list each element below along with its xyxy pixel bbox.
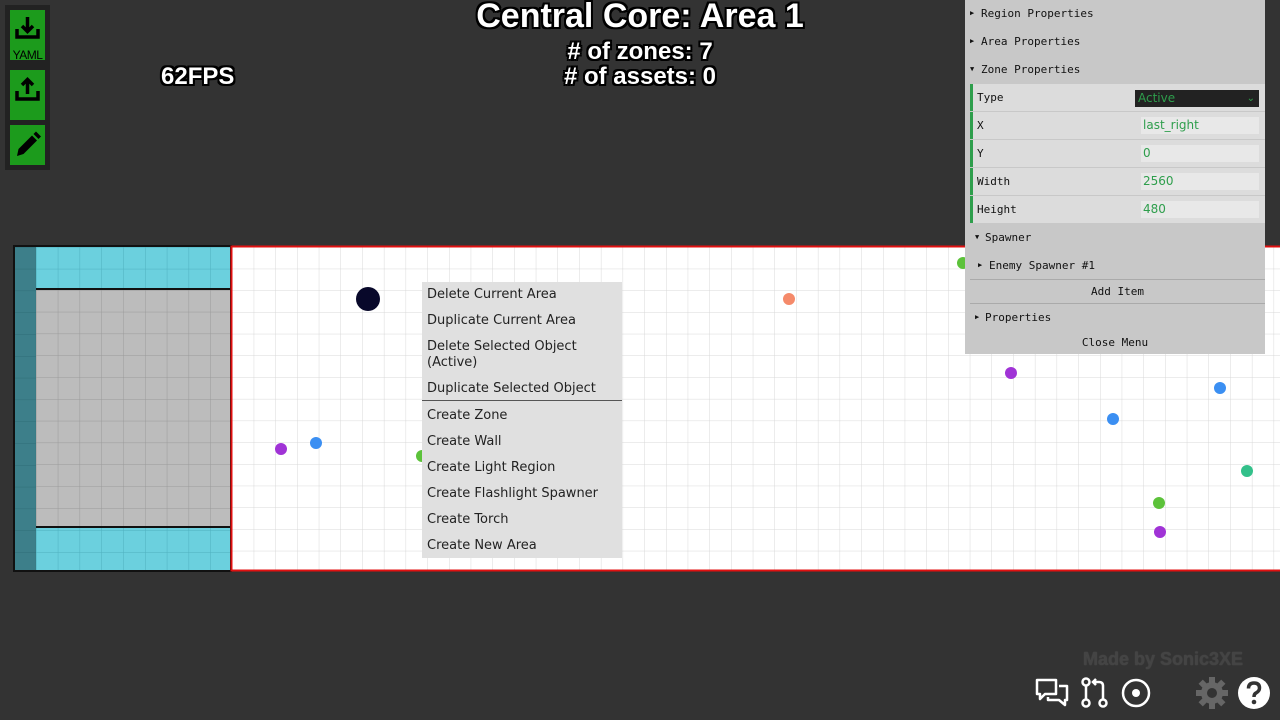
- enemy[interactable]: [783, 293, 795, 305]
- height-label: Height: [977, 203, 1017, 216]
- enemy[interactable]: [1214, 382, 1226, 394]
- spawner-label: Spawner: [985, 231, 1032, 244]
- menu-item-delete-current-area[interactable]: Delete Current Area: [427, 287, 617, 303]
- target-icon[interactable]: [1120, 676, 1154, 710]
- menu-item-create-new-area[interactable]: Create New Area: [427, 538, 617, 554]
- gear-icon[interactable]: [1194, 675, 1230, 711]
- add-item-button[interactable]: Add Item: [970, 280, 1265, 303]
- enemy-spawner-label: Enemy Spawner #1: [989, 259, 1095, 272]
- width-label: Width: [977, 175, 1011, 188]
- enemy[interactable]: [275, 443, 287, 455]
- safe-zone-top[interactable]: [36, 246, 231, 289]
- y-input[interactable]: 0: [1141, 145, 1259, 162]
- edit-mode-button[interactable]: [10, 125, 45, 165]
- region-properties-label: Region Properties: [981, 7, 1094, 20]
- chevron-down-icon: ⌄: [1246, 93, 1255, 104]
- caret-right-icon: ▶: [978, 261, 983, 269]
- enemy[interactable]: [1153, 497, 1165, 509]
- properties-folder[interactable]: ▶ Properties: [970, 304, 1265, 331]
- menu-item-create-light-region[interactable]: Create Light Region: [427, 460, 617, 476]
- menu-item-create-flashlight-spawner[interactable]: Create Flashlight Spawner: [427, 486, 617, 502]
- pencil-icon: [17, 131, 41, 156]
- properties-panel: ▶ Region Properties ▶ Area Properties ▼ …: [965, 0, 1265, 354]
- menu-item-delete-selected-object-suffix[interactable]: (Active): [427, 355, 617, 371]
- height-row: Height 480: [970, 196, 1265, 223]
- fps-counter: 62FPS: [161, 63, 235, 90]
- enemy[interactable]: [1154, 526, 1166, 538]
- zone-properties-label: Zone Properties: [981, 63, 1081, 76]
- zone-properties-folder[interactable]: ▼ Zone Properties: [965, 56, 1265, 83]
- enemy[interactable]: [310, 437, 322, 449]
- enemy[interactable]: [1107, 413, 1119, 425]
- wall-strip: [14, 246, 36, 571]
- x-row: X last_right: [970, 112, 1265, 139]
- close-menu-button[interactable]: Close Menu: [965, 331, 1265, 354]
- wall-zone[interactable]: [36, 289, 231, 527]
- type-select[interactable]: Active ⌄: [1135, 90, 1259, 107]
- caret-right-icon: ▶: [975, 313, 980, 321]
- width-input[interactable]: 2560: [1141, 173, 1259, 190]
- area-properties-folder[interactable]: ▶ Area Properties: [965, 28, 1265, 55]
- menu-item-delete-selected-object[interactable]: Delete Selected Object: [427, 339, 617, 355]
- height-input[interactable]: 480: [1141, 201, 1259, 218]
- enemy[interactable]: [1005, 367, 1017, 379]
- spawner-folder[interactable]: ▼ Spawner: [970, 224, 1265, 251]
- context-menu: Delete Current Area Duplicate Current Ar…: [422, 282, 622, 558]
- caret-right-icon: ▶: [970, 37, 975, 45]
- width-row: Width 2560: [970, 168, 1265, 195]
- credit-text: Made by Sonic3XE: [1083, 649, 1244, 669]
- caret-down-icon: ▼: [975, 233, 980, 241]
- menu-item-create-zone[interactable]: Create Zone: [427, 408, 617, 424]
- caret-down-icon: ▼: [970, 65, 975, 73]
- help-icon[interactable]: [1237, 676, 1271, 710]
- enemy-spawner-folder[interactable]: ▶ Enemy Spawner #1: [973, 252, 1265, 279]
- menu-item-create-wall[interactable]: Create Wall: [427, 434, 617, 450]
- menu-item-duplicate-selected-object[interactable]: Duplicate Selected Object: [427, 381, 617, 397]
- enemy[interactable]: [1241, 465, 1253, 477]
- menu-divider: [422, 400, 622, 401]
- area-properties-label: Area Properties: [981, 35, 1081, 48]
- x-label: X: [977, 119, 984, 132]
- type-value: Active: [1138, 91, 1176, 105]
- pull-request-icon[interactable]: [1079, 676, 1111, 710]
- menu-item-duplicate-current-area[interactable]: Duplicate Current Area: [427, 313, 617, 329]
- caret-right-icon: ▶: [970, 9, 975, 17]
- x-input[interactable]: last_right: [1141, 117, 1259, 134]
- y-label: Y: [977, 147, 984, 160]
- player[interactable]: [356, 287, 380, 311]
- properties-label: Properties: [985, 311, 1052, 324]
- menu-item-create-torch[interactable]: Create Torch: [427, 512, 617, 528]
- chat-icon[interactable]: [1034, 676, 1070, 710]
- safe-zone-bottom[interactable]: [36, 527, 231, 571]
- y-row: Y 0: [970, 140, 1265, 167]
- region-properties-folder[interactable]: ▶ Region Properties: [965, 0, 1265, 27]
- type-label: Type: [977, 91, 1004, 104]
